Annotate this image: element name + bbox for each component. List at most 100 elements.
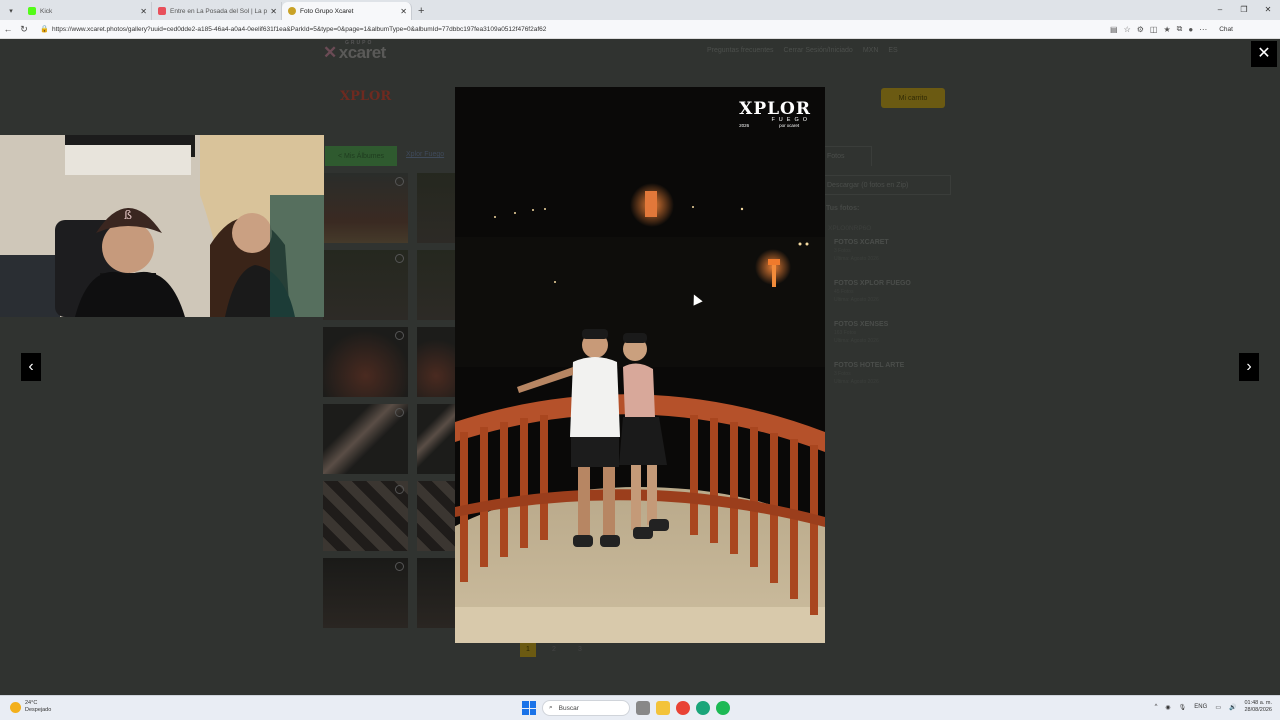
photo-thumb[interactable] [417, 327, 455, 397]
album-meta: Ultima: Agosto 2026 [834, 256, 879, 262]
copilot-chat-button[interactable]: Chat [1219, 26, 1233, 33]
chevron-up-icon[interactable]: ^ [1155, 704, 1158, 710]
prev-photo-button[interactable]: ‹ [21, 353, 41, 381]
taskbar-apps: ⌕ Buscar [522, 700, 730, 716]
album-item[interactable]: FOTOS XCARET 3 Fotos Ultima: Agosto 2026 [834, 239, 889, 262]
photo-thumb[interactable] [323, 558, 408, 628]
faq-link[interactable]: Preguntas frecuentes [707, 47, 774, 54]
tab-kick[interactable]: Kick ✕ [22, 2, 152, 20]
file-explorer-icon[interactable] [656, 701, 670, 715]
your-photos-heading: Tus fotos: [826, 205, 860, 212]
close-window-button[interactable]: ✕ [1256, 0, 1280, 20]
close-tab-icon[interactable]: ✕ [400, 7, 407, 16]
photo-thumb[interactable] [417, 173, 455, 243]
search-placeholder: Buscar [558, 704, 579, 712]
album-item[interactable]: FOTOS HOTEL ARTE 3 Fotos Ultima: Agosto … [834, 362, 904, 385]
album-name: FOTOS XPLOR FUEGO [834, 280, 911, 287]
watermark-title: XPLOR [739, 99, 811, 119]
album-meta: Ultima: Agosto 2026 [834, 338, 879, 344]
language-select[interactable]: ES [888, 47, 897, 54]
url-text: https://www.xcaret.photos/gallery?uuid=c… [52, 25, 547, 33]
clock-date: 28/08/2026 [1244, 707, 1272, 713]
back-icon[interactable]: ← [0, 24, 16, 34]
user-id: XPLO0NRP6O [828, 225, 872, 232]
currency-select[interactable]: MXN [863, 47, 879, 54]
photo-thumb[interactable] [417, 481, 455, 551]
photo-thumb[interactable] [323, 481, 408, 551]
page-button[interactable]: 2 [546, 643, 562, 657]
select-circle-icon[interactable] [395, 254, 404, 263]
edge-icon[interactable] [696, 701, 710, 715]
language-indicator[interactable]: ENG [1194, 704, 1207, 710]
clock-time: 01:48 a. m. [1244, 700, 1272, 706]
album-name: FOTOS XENSES [834, 321, 889, 328]
close-lightbox-button[interactable]: ✕ [1251, 41, 1277, 67]
photo-thumb[interactable] [417, 404, 455, 474]
album-item[interactable]: FOTOS XENSES 163 Fotos Ultima: Agosto 20… [834, 321, 888, 344]
spotify-icon[interactable] [716, 701, 730, 715]
breadcrumb[interactable]: Xplor Fuego [406, 151, 444, 158]
session-link[interactable]: Cerrar Sesión/Iniciado [784, 47, 853, 54]
display-icon[interactable]: ▭ [1215, 704, 1221, 711]
favorite-icon[interactable]: ☆ [1124, 25, 1131, 34]
photo-thumb[interactable] [323, 404, 408, 474]
select-circle-icon[interactable] [395, 562, 404, 571]
split-icon[interactable]: ◫ [1150, 25, 1158, 34]
album-meta: Ultima: Agosto 2026 [834, 297, 879, 303]
close-tab-icon[interactable]: ✕ [140, 7, 147, 16]
taskbar-search[interactable]: ⌕ Buscar [542, 700, 630, 716]
album-count: 3 Fotos [834, 371, 851, 377]
mic-icon[interactable]: 🎙 [1179, 704, 1187, 711]
task-view-icon[interactable] [636, 701, 650, 715]
windows-start-icon[interactable] [522, 701, 536, 715]
extensions-icon[interactable]: ⚙ [1137, 25, 1144, 34]
chrome-icon[interactable] [676, 701, 690, 715]
photo-thumb[interactable] [417, 558, 455, 628]
select-circle-icon[interactable] [395, 177, 404, 186]
cart-button[interactable]: Mi carrito [881, 88, 945, 108]
weather-widget[interactable]: 24°C Despejado [10, 700, 51, 714]
select-circle-icon[interactable] [395, 331, 404, 340]
minimize-button[interactable]: – [1208, 0, 1232, 20]
volume-icon[interactable]: 🔊 [1229, 704, 1236, 711]
album-meta: Ultima: Agosto 2026 [834, 379, 879, 385]
park-brand-logo: XPLOR [340, 89, 392, 104]
download-zip-button[interactable]: Descargar (0 fotos en Zip) [820, 175, 951, 195]
weather-desc: Despejado [25, 707, 52, 713]
page-button[interactable]: 3 [572, 643, 588, 657]
photo-thumb[interactable] [417, 250, 455, 320]
photo-thumb[interactable] [323, 250, 408, 320]
windows-taskbar: 24°C Despejado ⌕ Buscar ^ ◉ 🎙 ENG ▭ 🔊 01… [0, 695, 1280, 720]
xcaret-x-icon: ✕ [323, 43, 337, 62]
my-albums-button[interactable]: < Mis Álbumes [325, 146, 397, 166]
photo-thumb[interactable] [323, 327, 408, 397]
xcaret-logo[interactable]: ✕ xcaret GRUPO [323, 40, 386, 63]
weather-temp: 24°C [25, 700, 38, 706]
photo-thumb[interactable] [323, 173, 408, 243]
more-icon[interactable]: ⋯ [1199, 25, 1207, 34]
lightbox-photo: XPLOR FUEGO 2026 por xcaret [455, 87, 825, 643]
refresh-icon[interactable]: ↻ [16, 24, 32, 35]
tab-photos[interactable]: Fotos [820, 146, 872, 166]
profile-icon[interactable]: ● [1188, 25, 1193, 34]
favorites-icon[interactable]: ★ [1163, 25, 1170, 34]
select-circle-icon[interactable] [395, 485, 404, 494]
select-circle-icon[interactable] [395, 408, 404, 417]
new-tab-button[interactable]: + [418, 2, 424, 20]
kick-icon [28, 7, 36, 15]
album-item[interactable]: FOTOS XPLOR FUEGO 45 Fotos Ultima: Agost… [834, 280, 911, 303]
tab-actions-icon[interactable]: ▾ [0, 2, 22, 20]
page-button[interactable]: 1 [520, 643, 536, 657]
restore-button[interactable]: ❐ [1232, 0, 1256, 20]
next-photo-button[interactable]: › [1239, 353, 1259, 381]
url-field[interactable]: 🔒 https://www.xcaret.photos/gallery?uuid… [40, 22, 1080, 36]
collections-icon[interactable]: ⧉ [1177, 24, 1183, 34]
clock[interactable]: 01:48 a. m. 28/08/2026 [1244, 700, 1272, 714]
tab-foto-grupo-xcaret[interactable]: Foto Grupo Xcaret ✕ [282, 2, 412, 20]
xplor-fuego-watermark: XPLOR FUEGO 2026 por xcaret [739, 99, 811, 129]
close-tab-icon[interactable]: ✕ [270, 7, 277, 16]
network-icon[interactable]: ◉ [1165, 704, 1170, 711]
reader-icon[interactable]: ▤ [1110, 25, 1118, 34]
tab-posada-del-sol[interactable]: Entre en La Posada del Sol | La po ✕ [152, 2, 282, 20]
site-icon [158, 7, 166, 15]
